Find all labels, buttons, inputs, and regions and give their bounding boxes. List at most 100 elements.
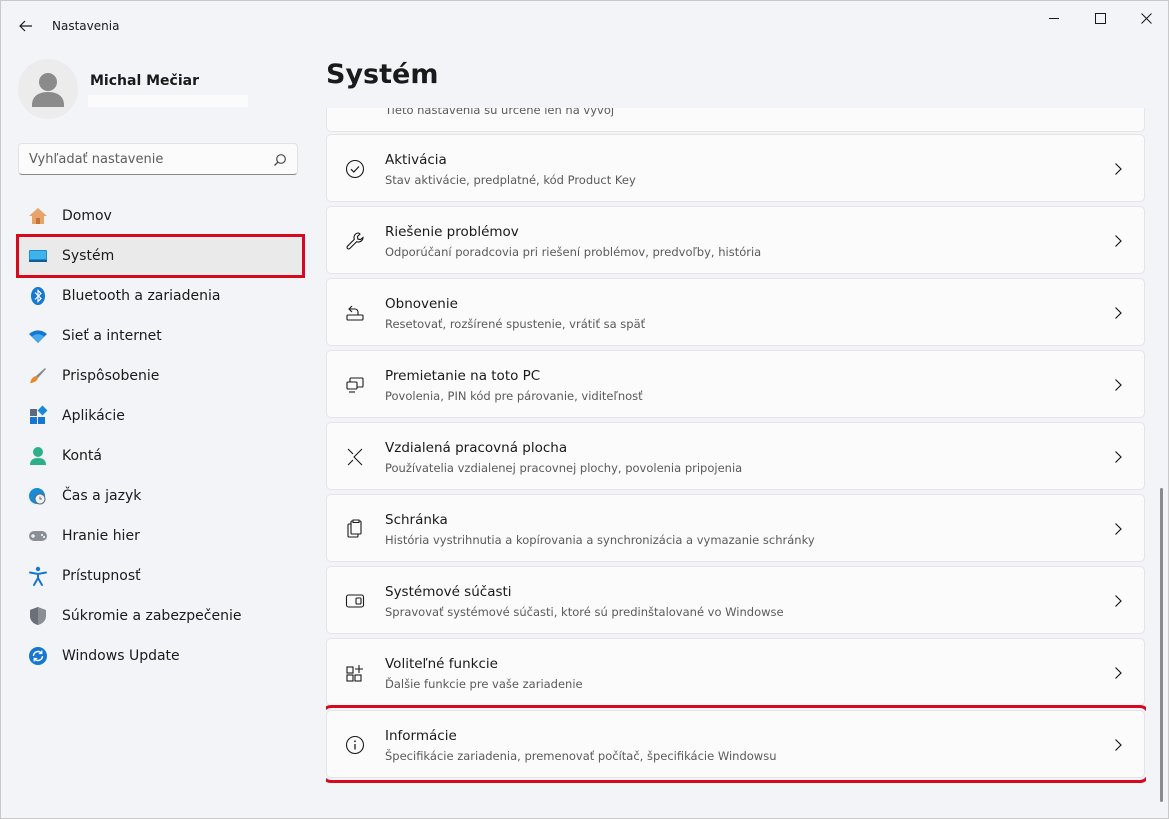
chevron-right-icon <box>1115 235 1122 247</box>
wifi-icon <box>27 325 49 347</box>
chevron-right-icon <box>1115 163 1122 175</box>
home-icon <box>27 205 49 227</box>
card-title: Voliteľné funkcie <box>385 656 498 672</box>
maximize-icon <box>1094 12 1106 24</box>
chevron-right-icon <box>1115 667 1122 679</box>
globe-clock-icon <box>27 485 49 507</box>
search-input[interactable] <box>19 144 269 174</box>
card-title: Vzdialená pracovná plocha <box>385 440 568 456</box>
sidebar-nav: Domov Systém Bluetooth a zariadenia Sieť… <box>16 196 305 676</box>
activation-check-icon <box>344 158 366 180</box>
card-title: Premietanie na toto PC <box>385 368 541 384</box>
close-icon <box>1140 12 1152 24</box>
page-title: Systém <box>326 59 439 90</box>
close-button[interactable] <box>1124 7 1168 29</box>
scrollbar[interactable] <box>1160 488 1163 802</box>
system-components-icon <box>344 590 366 612</box>
title-bar: Nastavenia <box>1 1 1168 49</box>
sidebar-item-accounts[interactable]: Kontá <box>18 436 303 476</box>
sidebar-item-time-language[interactable]: Čas a jazyk <box>18 476 303 516</box>
recovery-icon <box>344 302 366 324</box>
sidebar-item-personalization[interactable]: Prispôsobenie <box>18 356 303 396</box>
settings-card-system-components[interactable]: Systémové súčasti Spravovať systémové sú… <box>326 566 1145 634</box>
gamepad-icon <box>27 525 49 547</box>
sidebar-item-gaming[interactable]: Hranie hier <box>18 516 303 556</box>
card-subtitle: Povolenia, PIN kód pre párovanie, vidite… <box>385 389 643 403</box>
sidebar-item-label: Prispôsobenie <box>62 368 160 384</box>
sidebar-item-label: Domov <box>62 208 112 224</box>
sidebar-item-domov[interactable]: Domov <box>18 196 303 236</box>
avatar[interactable] <box>18 59 78 119</box>
card-title: Riešenie problémov <box>385 224 519 240</box>
app-title: Nastavenia <box>52 19 120 33</box>
sidebar-item-label: Kontá <box>62 448 102 464</box>
sidebar-item-apps[interactable]: Aplikácie <box>18 396 303 436</box>
settings-card-developer[interactable]: Tieto nastavenia sú určené len na vývoj <box>326 108 1145 132</box>
card-subtitle: Používatelia vzdialenej pracovnej plochy… <box>385 461 743 475</box>
sidebar-item-network[interactable]: Sieť a internet <box>18 316 303 356</box>
settings-card-troubleshoot[interactable]: Riešenie problémov Odporúčaní poradcovia… <box>326 206 1145 274</box>
sidebar-item-bluetooth[interactable]: Bluetooth a zariadenia <box>18 276 303 316</box>
card-subtitle: História vystrihnutia a kopírovania a sy… <box>385 533 815 547</box>
clipboard-icon <box>344 518 366 540</box>
settings-card-remote-desktop[interactable]: Vzdialená pracovná plocha Používatelia v… <box>326 422 1145 490</box>
card-subtitle: Ďalšie funkcie pre vaše zariadenie <box>385 677 583 691</box>
update-icon <box>27 645 49 667</box>
bluetooth-icon <box>27 285 49 307</box>
sidebar-item-privacy[interactable]: Súkromie a zabezpečenie <box>18 596 303 636</box>
card-title: Obnovenie <box>385 296 458 312</box>
card-title: Systémové súčasti <box>385 584 512 600</box>
card-subtitle: Resetovať, rozšírené spustenie, vrátiť s… <box>385 317 646 331</box>
settings-card-clipboard[interactable]: Schránka História vystrihnutia a kopírov… <box>326 494 1145 562</box>
sidebar-item-label: Systém <box>62 248 115 264</box>
chevron-right-icon <box>1115 595 1122 607</box>
profile-name: Michal Mečiar <box>90 73 199 89</box>
settings-window: Nastavenia Michal Mečiar Do <box>0 0 1169 819</box>
card-subtitle: Odporúčaní poradcovia pri riešení problé… <box>385 245 762 259</box>
minimize-icon <box>1048 17 1059 19</box>
sidebar-item-label: Čas a jazyk <box>62 488 142 504</box>
sidebar-item-label: Súkromie a zabezpečenie <box>62 608 242 624</box>
card-subtitle: Špecifikácie zariadenia, premenovať počí… <box>385 749 777 763</box>
shield-icon <box>27 605 49 627</box>
card-title: Schránka <box>385 512 448 528</box>
back-arrow-icon <box>19 20 32 32</box>
search-icon[interactable] <box>273 153 287 167</box>
wrench-icon <box>344 230 366 252</box>
maximize-button[interactable] <box>1078 7 1122 29</box>
sidebar-item-windows-update[interactable]: Windows Update <box>18 636 303 676</box>
apps-icon <box>27 405 49 427</box>
system-icon <box>27 245 49 267</box>
settings-card-recovery[interactable]: Obnovenie Resetovať, rozšírené spustenie… <box>326 278 1145 346</box>
profile-email-redacted <box>88 95 248 107</box>
chevron-right-icon <box>1115 451 1122 463</box>
settings-card-optional-features[interactable]: Voliteľné funkcie Ďalšie funkcie pre vaš… <box>326 638 1145 706</box>
settings-list: Tieto nastavenia sú určené len na vývoj … <box>326 108 1146 819</box>
search-box[interactable] <box>18 143 298 175</box>
card-subtitle: Spravovať systémové súčasti, ktoré sú pr… <box>385 605 784 619</box>
chevron-right-icon <box>1115 379 1122 391</box>
chevron-right-icon <box>1115 739 1122 751</box>
chevron-right-icon <box>1115 523 1122 535</box>
card-title: Aktivácia <box>385 152 447 168</box>
user-icon <box>32 73 64 107</box>
sidebar-item-label: Bluetooth a zariadenia <box>62 288 221 304</box>
settings-card-about[interactable]: Informácie Špecifikácie zariadenia, prem… <box>326 705 1146 783</box>
sidebar-item-label: Sieť a internet <box>62 328 162 344</box>
optional-features-icon <box>344 662 366 684</box>
card-subtitle: Stav aktivácie, predplatné, kód Product … <box>385 173 636 187</box>
brush-icon <box>27 365 49 387</box>
card-subtitle: Tieto nastavenia sú určené len na vývoj <box>385 108 615 117</box>
back-button[interactable] <box>15 15 37 37</box>
settings-card-projection[interactable]: Premietanie na toto PC Povolenia, PIN kó… <box>326 350 1145 418</box>
info-icon <box>344 734 366 756</box>
settings-card-activation[interactable]: Aktivácia Stav aktivácie, predplatné, kó… <box>326 134 1145 202</box>
sidebar-item-accessibility[interactable]: Prístupnosť <box>18 556 303 596</box>
remote-desktop-icon <box>344 446 366 468</box>
sidebar-item-label: Hranie hier <box>62 528 140 544</box>
accessibility-icon <box>27 565 49 587</box>
sidebar-item-label: Prístupnosť <box>62 568 141 584</box>
minimize-button[interactable] <box>1032 7 1076 29</box>
sidebar-item-system[interactable]: Systém <box>16 234 305 278</box>
chevron-right-icon <box>1115 307 1122 319</box>
